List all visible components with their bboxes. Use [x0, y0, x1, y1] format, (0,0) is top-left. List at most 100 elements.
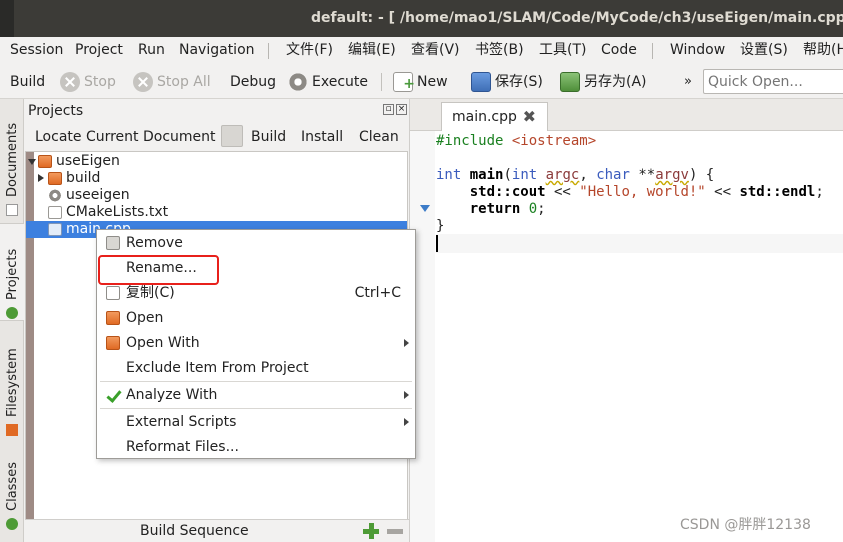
quick-open-input[interactable]	[703, 69, 843, 94]
toolbar-overflow-button[interactable]: »	[684, 69, 692, 95]
editor-area: main.cpp ✖ #include <iostream> int main(…	[409, 99, 843, 542]
save-as-button[interactable]: 另存为(A)	[560, 69, 647, 95]
menu-item-exclude[interactable]: Exclude Item From Project	[98, 356, 414, 381]
menu-project[interactable]: Project	[75, 37, 123, 63]
menu-edit[interactable]: 编辑(E)	[348, 37, 396, 63]
submenu-arrow-icon	[404, 418, 409, 426]
save-icon	[471, 72, 491, 92]
menu-session[interactable]: Session	[10, 37, 63, 63]
tab-classes[interactable]: Classes	[0, 459, 24, 542]
menu-bookmarks[interactable]: 书签(B)	[475, 37, 524, 63]
debug-label: Debug	[230, 74, 277, 90]
tab-documents[interactable]: Documents	[0, 99, 24, 222]
menu-item-label: Open With	[126, 335, 200, 351]
editor-tab-main-cpp[interactable]: main.cpp ✖	[441, 102, 548, 131]
tree-item-cmakelists[interactable]: CMakeLists.txt	[26, 204, 407, 221]
new-label: New	[417, 74, 448, 90]
build-sequence-label: Build Sequence	[140, 523, 249, 539]
tab-documents-label: Documents	[5, 122, 20, 197]
window-title: default: - [ /home/mao1/SLAM/Code/MyCode…	[311, 10, 843, 26]
document-icon	[6, 204, 18, 216]
copy-icon	[106, 286, 120, 300]
overflow-icon: »	[684, 74, 692, 89]
tree-item-build[interactable]: build	[26, 170, 407, 187]
build-button[interactable]: Build	[10, 69, 45, 95]
tree-item-label: CMakeLists.txt	[66, 204, 169, 220]
build-label: Build	[10, 74, 46, 90]
new-file-icon	[393, 71, 415, 97]
remove-icon[interactable]	[387, 529, 403, 534]
menu-help[interactable]: 帮助(H	[803, 37, 843, 63]
tab-projects[interactable]: Projects	[0, 223, 24, 321]
menu-separator	[100, 381, 412, 382]
tree-item-label: useeigen	[66, 187, 130, 203]
code-line: return 0;	[469, 201, 546, 217]
menu-view[interactable]: 查看(V)	[411, 37, 460, 63]
menu-item-open[interactable]: Open	[98, 306, 414, 331]
menu-item-label: Open	[126, 310, 164, 326]
stop-all-button[interactable]: Stop All	[133, 69, 211, 95]
float-icon[interactable]: ▫	[383, 104, 394, 115]
menubar: Session Project Run Navigation 文件(F) 编辑(…	[0, 37, 843, 65]
editor-tabbar: main.cpp ✖	[410, 99, 843, 131]
stop-all-label: Stop All	[157, 74, 211, 90]
collapse-arrow-icon[interactable]	[38, 174, 44, 182]
folder-icon	[106, 311, 120, 325]
main-toolbar: Build Stop Stop All Debug Execute New 保存…	[0, 65, 843, 99]
settings-gear-icon[interactable]	[221, 125, 243, 147]
menu-file[interactable]: 文件(F)	[286, 37, 333, 63]
menu-item-remove[interactable]: Remove	[98, 231, 414, 256]
folder-icon	[38, 155, 52, 168]
code-line: #include <iostream>	[436, 133, 597, 149]
fold-arrow-icon[interactable]	[420, 205, 430, 212]
panel-build-button[interactable]: Build	[251, 127, 286, 147]
clean-button[interactable]: Clean	[359, 127, 399, 147]
code-editor[interactable]: #include <iostream> int main(int argc, c…	[436, 133, 843, 235]
menu-navigation[interactable]: Navigation	[179, 37, 255, 63]
menu-item-label: External Scripts	[126, 414, 237, 430]
save-as-label: 另存为(A)	[584, 74, 647, 90]
debug-button[interactable]: Debug	[230, 69, 276, 95]
execute-button[interactable]: Execute	[288, 69, 368, 95]
toolbar-separator	[381, 73, 382, 91]
stop-icon	[60, 72, 80, 92]
stop-button[interactable]: Stop	[60, 69, 116, 95]
close-tab-icon[interactable]: ✖	[523, 103, 536, 131]
menu-run[interactable]: Run	[138, 37, 165, 63]
submenu-arrow-icon	[404, 391, 409, 399]
menu-item-label: Analyze With	[126, 387, 218, 403]
save-button[interactable]: 保存(S)	[471, 69, 543, 95]
target-gear-icon	[48, 189, 62, 202]
check-icon	[106, 388, 120, 402]
menu-separator	[100, 408, 412, 409]
code-line: std::cout << "Hello, world!" << std::end…	[469, 184, 824, 200]
menu-settings[interactable]: 设置(S)	[740, 37, 788, 63]
menu-window[interactable]: Window	[670, 37, 725, 63]
panel-title: Projects	[28, 103, 84, 119]
projects-toolbar: Locate Current Document Build Install Cl…	[25, 123, 409, 149]
tree-item-target[interactable]: useeigen	[26, 187, 407, 204]
add-icon[interactable]	[363, 523, 379, 539]
new-button[interactable]: New	[393, 69, 448, 97]
menu-item-open-with[interactable]: Open With	[98, 331, 414, 356]
locate-document-button[interactable]: Locate Current Document	[35, 127, 216, 147]
install-button[interactable]: Install	[301, 127, 343, 147]
tree-item-label: build	[66, 170, 101, 186]
menu-code[interactable]: Code	[601, 37, 637, 63]
tab-classes-label: Classes	[5, 462, 20, 511]
code-line: int main(int argc, char **argv) {	[436, 167, 715, 183]
menu-item-external-scripts[interactable]: External Scripts	[98, 410, 414, 435]
rename-highlight-box	[98, 255, 219, 285]
close-icon[interactable]: ×	[396, 104, 407, 115]
code-line: }	[436, 218, 445, 234]
menu-item-label: Reformat Files...	[126, 439, 239, 455]
tree-item-useeigen[interactable]: useEigen	[26, 153, 407, 170]
menu-tools[interactable]: 工具(T)	[539, 37, 586, 63]
build-sequence-bar: Build Sequence	[25, 519, 409, 542]
menu-item-shortcut: Ctrl+C	[354, 285, 401, 301]
menu-item-analyze-with[interactable]: Analyze With	[98, 383, 414, 408]
expand-arrow-icon[interactable]	[28, 159, 36, 165]
menu-item-reformat[interactable]: Reformat Files...	[98, 435, 414, 460]
tab-filesystem[interactable]: Filesystem	[0, 339, 24, 439]
